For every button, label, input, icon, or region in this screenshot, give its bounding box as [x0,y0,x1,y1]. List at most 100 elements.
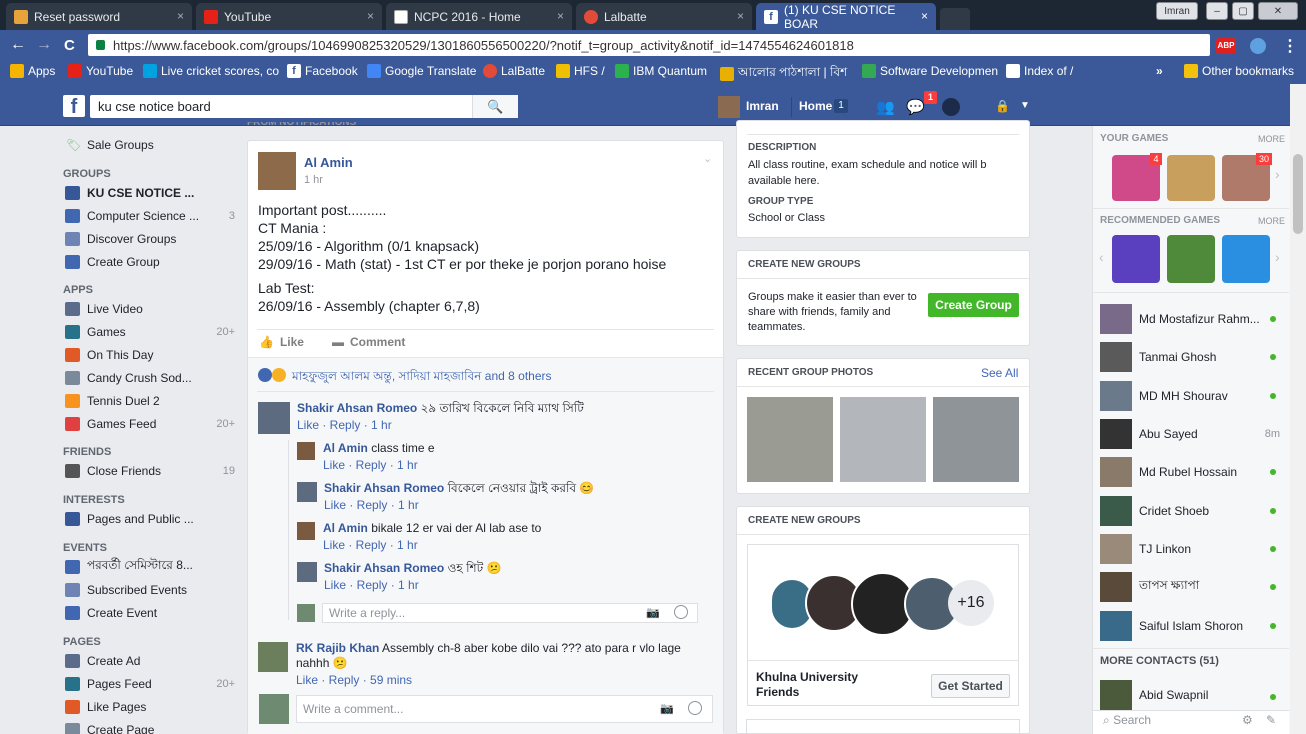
bookmark-software-dev[interactable]: Software Developmen [862,64,998,78]
comment-actions[interactable]: Like · Reply · 1 hr [323,538,703,553]
bookmarks-overflow[interactable]: » [1156,64,1163,78]
sidebar-item-groups-0[interactable]: KU CSE NOTICE ... [65,184,235,202]
messages-icon[interactable]: 💬 [906,98,926,116]
sidebar-item-apps-5[interactable]: Games Feed 20+ [65,415,235,433]
forward-icon[interactable]: → [36,36,52,54]
tab-youtube[interactable]: YouTube × [196,3,382,30]
comment-actions[interactable]: Like · Reply · 1 hr [323,458,703,473]
globe-icon[interactable] [942,98,960,116]
games-next-icon[interactable]: › [1275,166,1280,182]
bookmark-alor-pathshala[interactable]: আলোর পাঠশালা | বিশ [720,64,847,84]
bookmark-hfs[interactable]: HFS / [556,64,605,78]
camera-icon[interactable]: 📷 [660,702,674,715]
like-button[interactable]: 👍 Like [259,335,304,349]
sidebar-item-pages-1[interactable]: Pages Feed 20+ [65,675,235,693]
compose-icon[interactable]: ✎ [1266,713,1276,727]
home-link[interactable]: Home [799,99,832,113]
post-timestamp[interactable]: 1 hr [304,174,323,186]
emoji-icon[interactable] [674,605,688,619]
sidebar-item-events-2[interactable]: Create Event [65,604,235,622]
bookmark-lalbatte[interactable]: LalBatte [483,64,545,78]
reply-input[interactable]: Write a reply... [322,603,698,623]
comment-author[interactable]: Al Amin [323,441,368,455]
chat-contact[interactable]: Tanmai Ghosh [1100,342,1280,372]
sidebar-item-groups-3[interactable]: Create Group [65,253,235,271]
sidebar-item-apps-0[interactable]: Live Video [65,300,235,318]
extension-icon[interactable] [1250,38,1266,54]
bookmark-apps[interactable]: Apps [10,64,55,78]
chat-contact[interactable]: Md Mostafizur Rahm... [1100,304,1280,334]
chat-contact[interactable]: Abu Sayed 8m [1100,419,1280,449]
tab-reset-password[interactable]: Reset password × [6,3,192,30]
suggested-group-name[interactable]: Khulna University Friends [756,670,896,700]
sidebar-item-apps-2[interactable]: On This Day [65,346,235,364]
comment-author[interactable]: Shakir Ahsan Romeo [324,561,444,575]
post-options-chevron-icon[interactable]: ⌄ [703,152,712,165]
facebook-logo[interactable]: f [63,95,85,118]
search-icon[interactable]: 🔍 [472,95,518,118]
other-bookmarks[interactable]: Other bookmarks [1184,64,1294,78]
games-next-icon[interactable]: › [1275,249,1280,265]
comment-avatar[interactable] [258,642,288,672]
bookmark-index-of[interactable]: Index of / [1006,64,1073,78]
comment-avatar[interactable] [297,562,317,582]
football-game-icon[interactable] [1167,235,1215,283]
post-author-avatar[interactable] [258,152,296,190]
see-all-link[interactable]: See All [981,366,1018,380]
sidebar-item-groups-2[interactable]: Discover Groups [65,230,235,248]
chat-settings-icon[interactable]: ⚙ [1242,713,1253,727]
sidebar-item-pages-0[interactable]: Create Ad [65,652,235,670]
comment-actions[interactable]: Like · Reply · 1 hr [324,498,704,513]
post-author-name[interactable]: Al Amin [304,155,353,170]
chat-contact[interactable]: তাপস ক্ষ্যাপা [1100,572,1280,602]
games-more-link[interactable]: MORE [1258,134,1285,144]
facebook-search-input[interactable]: ku cse notice board 🔍 [90,95,518,118]
tab-close-icon[interactable]: × [367,9,374,23]
group-photo[interactable] [840,397,926,482]
sidebar-item-groups-1[interactable]: Computer Science ... 3 [65,207,235,225]
comment-avatar[interactable] [297,482,317,502]
url-field[interactable]: https://www.facebook.com/groups/10469908… [88,34,1210,56]
comment-avatar[interactable] [297,522,315,540]
bookmark-youtube[interactable]: YouTube [68,64,133,78]
camera-icon[interactable]: 📷 [646,606,660,619]
tab-close-icon[interactable]: × [737,9,744,23]
sidebar-item-events-1[interactable]: Subscribed Events [65,581,235,599]
new-tab-button[interactable] [940,8,970,30]
scrollbar-thumb[interactable] [1293,154,1303,234]
chat-contact[interactable]: Saiful Islam Shoron [1100,611,1280,641]
comment-actions[interactable]: Like · Reply · 1 hr [324,578,704,593]
bookmark-google-translate[interactable]: Google Translate [367,64,476,78]
reload-icon[interactable]: C [64,37,75,54]
comment-author[interactable]: Al Amin [323,521,368,535]
comment-author[interactable]: Shakir Ahsan Romeo [324,481,444,495]
close-window-button[interactable]: ✕ [1258,2,1298,20]
chat-contact[interactable]: Md Rubel Hossain [1100,457,1280,487]
adblock-icon[interactable]: ABP [1216,38,1236,54]
bookmark-facebook[interactable]: f Facebook [287,64,358,78]
game-icon[interactable] [1167,155,1215,201]
friend-requests-icon[interactable]: 👥 [876,98,896,116]
profile-button[interactable]: Imran [1156,2,1198,20]
chrome-menu-icon[interactable]: ⋮ [1282,36,1298,56]
sidebar-item-sale-groups[interactable]: Sale Groups [87,138,154,152]
chat-contact[interactable]: Abid Swapnil [1100,680,1280,710]
comment-avatar[interactable] [297,442,315,460]
group-photo[interactable] [747,397,833,482]
sidebar-item-events-0[interactable]: পরবর্তী সেমিস্টারে 8... [65,558,235,576]
sidebar-item-apps-1[interactable]: Games 20+ [65,323,235,341]
tab-ncpc[interactable]: NCPC 2016 - Home × [386,3,572,30]
bookmark-cricket[interactable]: Live cricket scores, co [143,64,279,78]
avatar[interactable] [718,96,740,118]
chat-contact[interactable]: Cridet Shoeb [1100,496,1280,526]
tab-close-icon[interactable]: × [921,9,928,23]
sidebar-item-apps-4[interactable]: Tennis Duel 2 [65,392,235,410]
comment-author[interactable]: Shakir Ahsan Romeo [297,401,417,415]
account-menu-icon[interactable]: ▼ [1020,100,1030,111]
tab-lalbatte[interactable]: Lalbatte × [576,3,752,30]
recommended-more-link[interactable]: MORE [1258,216,1285,226]
profile-link[interactable]: Imran [746,99,779,113]
chat-contact[interactable]: TJ Linkon [1100,534,1280,564]
emoji-icon[interactable] [688,701,702,715]
comment-avatar[interactable] [258,402,290,434]
